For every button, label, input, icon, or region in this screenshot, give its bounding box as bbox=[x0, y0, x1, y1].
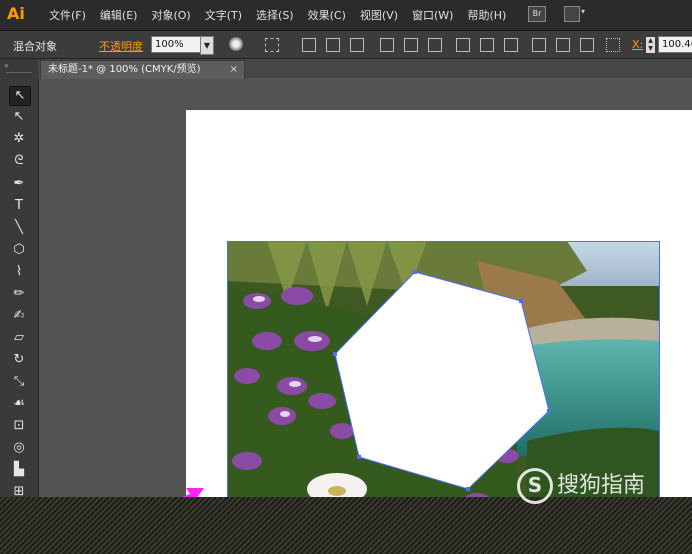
app-logo: Ai bbox=[7, 4, 25, 23]
paintbrush-tool[interactable]: ⌇ bbox=[9, 263, 29, 281]
free-transform-tool[interactable]: ⊡ bbox=[9, 417, 29, 435]
watermark-text: 搜狗指南 bbox=[557, 473, 646, 498]
ellipse-tool[interactable]: ⬡ bbox=[9, 241, 29, 259]
menu-edit[interactable]: 编辑(E) bbox=[93, 7, 145, 23]
distribute-horizontal-icon[interactable] bbox=[556, 38, 570, 52]
menu-help[interactable]: 帮助(H) bbox=[460, 7, 513, 23]
workspace-arrange-icon[interactable] bbox=[564, 6, 580, 22]
opacity-input[interactable]: 100% bbox=[151, 36, 204, 53]
control-bar: 混合对象 不透明度 100% ▼ X: ▲ ▼ 100.4( bbox=[0, 31, 692, 59]
type-tool[interactable]: T bbox=[9, 197, 29, 215]
menu-bar: Ai 文件(F) 编辑(E) 对象(O) 文字(T) 选择(S) 效果(C) 视… bbox=[0, 0, 692, 31]
main-menu: 文件(F) 编辑(E) 对象(O) 文字(T) 选择(S) 效果(C) 视图(V… bbox=[42, 7, 513, 23]
align-top-icon[interactable] bbox=[380, 38, 394, 52]
shape-builder-tool[interactable]: ◎ bbox=[9, 439, 29, 457]
align-bottom-icon[interactable] bbox=[428, 38, 442, 52]
document-tab-title: 未标题-1* @ 100% (CMYK/预览) bbox=[48, 64, 201, 75]
pencil-tool[interactable]: ✏ bbox=[9, 285, 29, 303]
line-tool[interactable]: ╲ bbox=[9, 219, 29, 237]
x-label[interactable]: X: bbox=[632, 38, 643, 51]
panel-grip bbox=[6, 72, 32, 73]
close-tab-icon[interactable]: × bbox=[230, 61, 238, 78]
distribute-right-icon[interactable] bbox=[580, 38, 594, 52]
scale-tool[interactable]: ⤡ bbox=[9, 373, 29, 391]
distribute-center-icon[interactable] bbox=[480, 38, 494, 52]
rotate-tool[interactable]: ↻ bbox=[9, 351, 29, 369]
transform-reference-icon[interactable] bbox=[265, 38, 279, 52]
menu-object[interactable]: 对象(O) bbox=[144, 7, 197, 23]
document-tab-bar: 未标题-1* @ 100% (CMYK/预览) × bbox=[38, 59, 692, 79]
recolor-artwork-icon[interactable] bbox=[229, 37, 243, 51]
bridge-button[interactable]: Br bbox=[528, 6, 546, 22]
direct-selection-tool[interactable]: ↖ bbox=[9, 108, 29, 126]
menu-window[interactable]: 窗口(W) bbox=[405, 7, 460, 23]
x-stepper[interactable]: ▲ ▼ bbox=[646, 37, 655, 53]
bottom-overlay-band bbox=[0, 497, 692, 554]
distribute-bottom-icon[interactable] bbox=[504, 38, 518, 52]
lasso-tool[interactable]: ᘓ bbox=[9, 152, 29, 170]
transform-grid-icon[interactable] bbox=[606, 38, 620, 52]
x-input[interactable]: 100.4( bbox=[658, 36, 692, 53]
menu-file[interactable]: 文件(F) bbox=[42, 7, 93, 23]
align-center-vertical-icon[interactable] bbox=[404, 38, 418, 52]
distribute-left-icon[interactable] bbox=[532, 38, 546, 52]
opacity-dropdown-icon[interactable]: ▼ bbox=[200, 36, 214, 55]
align-center-horizontal-icon[interactable] bbox=[326, 38, 340, 52]
chevron-down-icon[interactable]: ▾ bbox=[581, 7, 585, 16]
document-tab[interactable]: 未标题-1* @ 100% (CMYK/预览) × bbox=[40, 60, 245, 79]
object-type-label: 混合对象 bbox=[13, 40, 57, 53]
blob-brush-tool[interactable]: ✍ bbox=[9, 307, 29, 325]
align-right-icon[interactable] bbox=[350, 38, 364, 52]
warp-tool[interactable]: ☙ bbox=[9, 395, 29, 413]
eraser-tool[interactable]: ▱ bbox=[9, 329, 29, 347]
watermark-logo: S bbox=[517, 468, 553, 504]
panel-collapse-icon[interactable]: » bbox=[4, 61, 9, 70]
menu-effect[interactable]: 效果(C) bbox=[301, 7, 353, 23]
pen-tool[interactable]: ✒ bbox=[9, 175, 29, 193]
distribute-top-icon[interactable] bbox=[456, 38, 470, 52]
graph-tool[interactable]: ▙ bbox=[9, 461, 29, 479]
opacity-label[interactable]: 不透明度 bbox=[99, 38, 143, 54]
tools-panel: » ↖ ↖ ✲ ᘓ ✒ T ╲ ⬡ ⌇ ✏ ✍ ▱ ↻ ⤡ ☙ ⊡ ◎ ▙ ⊞ bbox=[0, 59, 39, 554]
align-left-icon[interactable] bbox=[302, 38, 316, 52]
selection-tool[interactable]: ↖ bbox=[9, 86, 31, 106]
menu-view[interactable]: 视图(V) bbox=[353, 7, 405, 23]
menu-type[interactable]: 文字(T) bbox=[198, 7, 249, 23]
magic-wand-tool[interactable]: ✲ bbox=[9, 130, 29, 148]
menu-select[interactable]: 选择(S) bbox=[249, 7, 301, 23]
watermark: S 搜狗指南 bbox=[517, 467, 645, 504]
